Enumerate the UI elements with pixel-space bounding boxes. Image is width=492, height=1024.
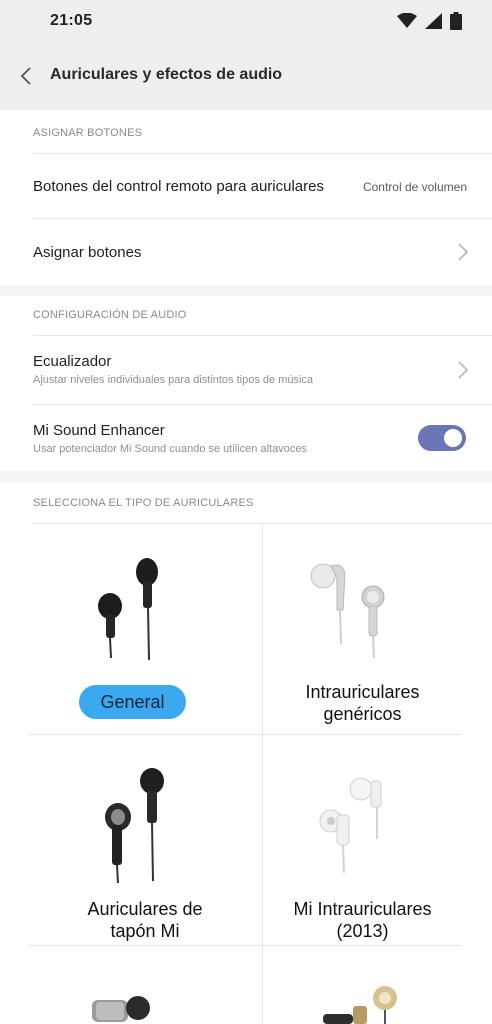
row-title: Asignar botones (33, 244, 142, 261)
row-title: Ecualizador (33, 353, 112, 370)
section-header-audio: CONFIGURACIÓN DE AUDIO (33, 309, 187, 321)
mi-sound-enhancer-toggle[interactable] (418, 425, 466, 451)
action-bar: Auriculares y efectos de audio (0, 56, 492, 96)
row-subtitle: Usar potenciador Mi Sound cuando se util… (33, 443, 307, 455)
assign-buttons-row[interactable]: Asignar botones (0, 219, 492, 285)
headphone-option-label: Mi Intrauriculares (2013) (263, 898, 462, 942)
earbuds-black-image (98, 558, 158, 661)
top-bar: 21:05 Auriculares y efectos de audio (0, 0, 492, 110)
headphone-option-mi-earbuds[interactable]: Auriculares de tapón Mi (28, 735, 262, 945)
page-title: Auriculares y efectos de audio (50, 66, 283, 83)
section-header-assign: ASIGNAR BOTONES (33, 127, 143, 139)
back-button[interactable] (14, 64, 38, 88)
row-title: Botones del control remoto para auricula… (33, 178, 324, 195)
headphone-option-mi-in-ear-2013[interactable]: Mi Intrauriculares (2013) (263, 735, 462, 945)
mi-earbuds-image (105, 768, 164, 884)
in-ear-gold-image (323, 986, 397, 1024)
equalizer-row[interactable]: Ecualizador Ajustar niveles individuales… (0, 336, 492, 404)
in-ear-silver-image (310, 563, 385, 659)
chevron-right-icon (458, 243, 469, 261)
mi-in-ear-white-image (319, 777, 382, 874)
label-line-2: tapón Mi (110, 921, 180, 941)
chevron-right-icon (458, 361, 469, 379)
section-gap (0, 471, 492, 482)
label-line-1: Auriculares de (87, 899, 203, 919)
headphone-option-partial-left[interactable] (28, 946, 262, 1024)
headphone-option-general-label[interactable]: General (79, 685, 186, 719)
row-title: Mi Sound Enhancer (33, 422, 165, 439)
headphone-option-generic-in-ear[interactable]: Intrauriculares genéricos (263, 524, 462, 734)
in-ear-metal-image (92, 996, 150, 1022)
toggle-knob (444, 429, 462, 447)
row-value: Control de volumen (362, 180, 467, 194)
battery-icon (450, 12, 462, 30)
label-line-2: genéricos (323, 704, 402, 724)
chevron-left-icon (20, 67, 31, 85)
section-gap (0, 285, 492, 296)
signal-icon (425, 13, 442, 29)
label-line-1: Mi Intrauriculares (293, 899, 432, 919)
status-icons (397, 12, 462, 30)
headphone-option-label: Auriculares de tapón Mi (28, 898, 262, 942)
label-line-2: (2013) (336, 921, 389, 941)
row-subtitle: Ajustar niveles individuales para distin… (33, 374, 314, 386)
headphone-option-label: Intrauriculares genéricos (263, 681, 462, 725)
label-line-1: Intrauriculares (305, 682, 420, 702)
wifi-icon (397, 13, 417, 28)
status-time: 21:05 (50, 12, 93, 29)
section-header-headphones: SELECCIONA EL TIPO DE AURICULARES (33, 497, 254, 509)
headphone-option-partial-right[interactable] (263, 946, 462, 1024)
remote-buttons-row[interactable]: Botones del control remoto para auricula… (0, 154, 492, 218)
